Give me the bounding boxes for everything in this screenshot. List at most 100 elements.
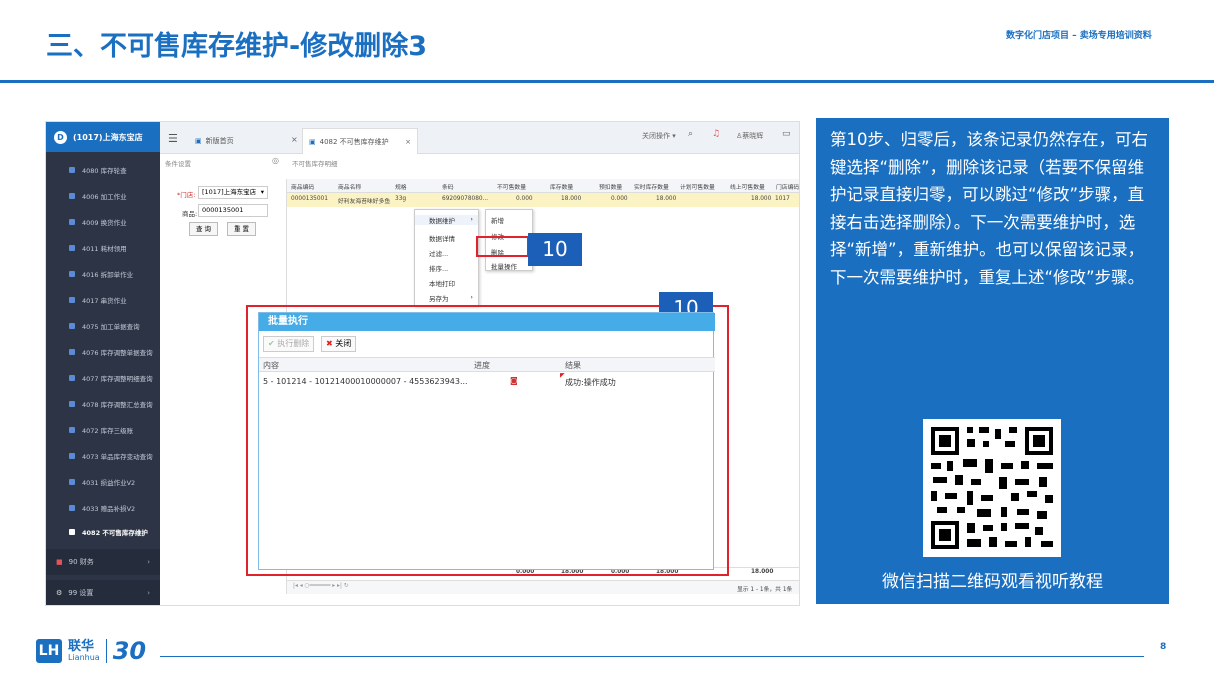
close-button[interactable]: ✖ 关闭 — [321, 336, 357, 352]
notification-icon[interactable]: ♫ — [712, 129, 720, 139]
header-divider — [0, 80, 1214, 83]
condition-label: 条件设置 — [165, 160, 191, 168]
sidebar-item[interactable]: 4006 加工作业 — [46, 186, 160, 206]
delete-highlight-box — [476, 236, 529, 257]
context-menu: 数据维护 › 数据详情 过滤... 排序... 本地打印 另存为 › — [414, 209, 479, 306]
marker-icon: ◤ — [560, 372, 565, 379]
menu-square-icon — [69, 375, 75, 381]
sidebar-item[interactable]: 4080 库存轮查 — [46, 160, 160, 180]
menu-square-icon — [69, 479, 75, 485]
pager: |◂ ◂ ○━━━━━━ ▸ ▸| ↻ 显示 1 - 1条，共 1条 — [287, 580, 799, 594]
sidebar-item[interactable]: 4076 库存调整单据查询 — [46, 342, 160, 362]
tab-unsaleable-stock[interactable]: ▣ 4082 不可售库存维护 × — [302, 128, 418, 154]
search-icon[interactable]: ⌕ — [688, 129, 693, 139]
sidebar-item[interactable]: 4011 耗材领用 — [46, 238, 160, 258]
query-button[interactable]: 查 询 — [189, 222, 218, 236]
dialog-grid-header: 内容 进度 结果 — [259, 357, 715, 372]
logo-cn: 联华 — [68, 639, 95, 654]
reset-button[interactable]: 重 置 — [227, 222, 256, 236]
detail-label: 不可售库存明细 — [292, 160, 338, 168]
sidebar-item[interactable]: 4033 赠品补损V2 — [46, 498, 160, 518]
store-logo-icon: D — [54, 130, 67, 144]
top-bar — [160, 122, 799, 154]
sidebar-item[interactable]: 4017 串货作业 — [46, 290, 160, 310]
sidebar-item-active[interactable]: 4082 不可售库存维护 — [46, 522, 160, 542]
sidebar-item[interactable]: 4073 单品库存变动查询 — [46, 446, 160, 466]
close-ops-menu[interactable]: 关闭操作 ▾ — [642, 131, 676, 141]
qr-caption: 微信扫描二维码观看视听教程 — [882, 572, 1103, 592]
menu-square-icon — [69, 427, 75, 433]
menu-square-icon — [69, 167, 75, 173]
company-logo: LH 联华 Lianhua 30 — [36, 636, 146, 666]
menu-square-icon — [69, 529, 75, 535]
sidebar-item[interactable]: 4016 拆卸单作业 — [46, 264, 160, 284]
sidebar-item[interactable]: 4075 加工单据查询 — [46, 316, 160, 336]
user-menu[interactable]: ♙蔡晓辉 — [736, 131, 763, 141]
sidebar-item[interactable]: 4031 损益作业V2 — [46, 472, 160, 492]
product-label: 商品: — [182, 210, 198, 218]
tab-home[interactable]: ▣ 新版首页 — [189, 128, 240, 154]
chevron-down-icon: ▾ — [260, 188, 264, 196]
table-row[interactable]: 5 - 101214 - 10121400010000007 - 4553623… — [259, 372, 715, 389]
menu-square-icon — [69, 453, 75, 459]
chevron-right-icon: › — [470, 293, 473, 301]
condition-bar: 条件设置 ◎ 不可售库存明细 — [160, 154, 799, 171]
store-label: *门店: — [177, 191, 196, 199]
collapse-icon[interactable]: ◎ — [272, 156, 279, 165]
menu-item-add[interactable]: 新增 — [486, 215, 532, 225]
sidebar-item[interactable]: 4077 库存调整明细查询 — [46, 368, 160, 388]
tab-doc-icon: ▣ — [195, 137, 202, 145]
menu-item-save-as[interactable]: 另存为 › — [415, 293, 478, 303]
tab-doc-icon: ▣ — [309, 137, 316, 146]
dialog-title: 批量执行 — [259, 313, 715, 331]
menu-square-icon — [69, 401, 75, 407]
sidebar-group-finance[interactable]: ■ 90 财务 › — [46, 549, 160, 575]
menu-square-icon — [69, 323, 75, 329]
tab-close-icon[interactable]: × — [405, 138, 411, 146]
logo-divider — [105, 639, 107, 663]
slide-title: 三、不可售库存维护-修改删除3 — [46, 31, 427, 62]
chevron-right-icon: › — [470, 215, 473, 223]
menu-item-data-maintenance[interactable]: 数据维护 › — [415, 215, 478, 225]
menu-item-batch[interactable]: 批量操作 — [486, 261, 532, 271]
lianhua-logo-icon: LH — [36, 639, 62, 663]
chevron-right-icon: › — [147, 558, 150, 566]
store-select[interactable]: [1017]上海东宝店 ▾ — [198, 186, 268, 199]
check-icon: ✔ — [268, 339, 275, 348]
menu-item-sort[interactable]: 排序... — [415, 263, 478, 273]
qr-code-icon — [923, 419, 1061, 557]
menu-square-icon — [69, 245, 75, 251]
sidebar-item[interactable]: 4072 库存三级账 — [46, 420, 160, 440]
footer-divider — [160, 656, 1144, 657]
close-icon: ✖ — [326, 339, 333, 348]
sidebar-group-settings[interactable]: ⚙ 99 设置 › — [46, 580, 160, 605]
table-row[interactable]: 0000135001 好利友海苔味好多鱼 33g 69209078080... … — [287, 193, 799, 207]
instruction-text: 第10步、归零后，该条记录仍然存在，可右键选择“删除”，删除该记录（若要不保留维… — [830, 130, 1148, 287]
anniversary-mark: 30 — [112, 637, 147, 665]
sidebar-item[interactable]: 4009 换货作业 — [46, 212, 160, 232]
menu-square-icon — [69, 219, 75, 225]
pager-controls[interactable]: |◂ ◂ ○━━━━━━ ▸ ▸| ↻ — [293, 583, 349, 589]
monitor-icon[interactable]: ▭ — [782, 129, 791, 139]
pager-info: 显示 1 - 1条，共 1条 — [737, 587, 793, 593]
progress-icon: ◙ — [510, 376, 518, 385]
product-input[interactable]: 0000135001 — [198, 204, 268, 217]
sidebar-item[interactable]: 4078 库存调整汇总查询 — [46, 394, 160, 414]
hamburger-menu-icon[interactable]: ☰ — [168, 132, 178, 145]
header-subtitle: 数字化门店项目 – 卖场专用培训资料 — [1006, 31, 1152, 41]
tab-close-icon[interactable]: × — [291, 135, 298, 144]
menu-square-icon — [69, 349, 75, 355]
menu-square-icon — [69, 505, 75, 511]
store-header[interactable]: D (1017)上海东宝店 — [46, 122, 160, 152]
menu-item-filter[interactable]: 过滤... — [415, 248, 478, 258]
info-panel: 第10步、归零后，该条记录仍然存在，可右键选择“删除”，删除该记录（若要不保留维… — [816, 118, 1169, 604]
step-badge: 10 — [528, 233, 582, 266]
menu-square-icon — [69, 193, 75, 199]
execute-delete-button[interactable]: ✔ 执行删除 — [263, 336, 315, 352]
menu-item-print[interactable]: 本地打印 — [415, 278, 478, 288]
menu-item-data-detail[interactable]: 数据详情 — [415, 233, 478, 243]
grid-header: 商品编码 商品名称 规格 条码 不可售数量 库存数量 预扣数量 实时库存数量 计… — [287, 179, 799, 193]
chevron-right-icon: › — [147, 589, 150, 597]
store-name: (1017)上海东宝店 — [73, 132, 143, 142]
gear-icon: ⚙ — [56, 589, 63, 597]
